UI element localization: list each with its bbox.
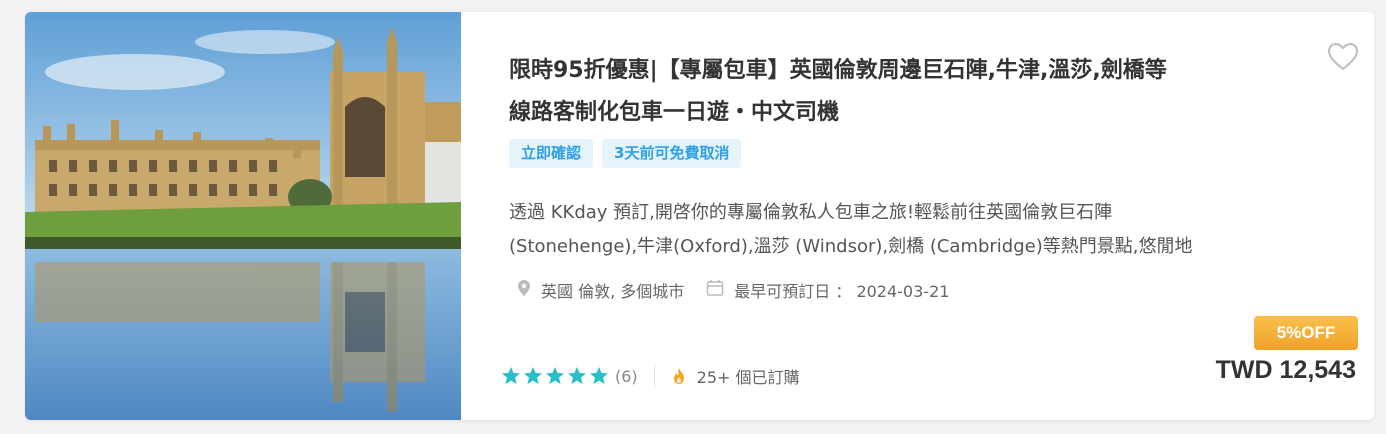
product-description: 透過 KKday 預訂,開啓你的專屬倫敦私人包車之旅!輕鬆前往英國倫敦巨石陣 (… — [509, 196, 1364, 264]
rating-row: (6) 25+ 個已訂購 — [501, 364, 800, 388]
price: TWD 12,543 — [1215, 356, 1356, 384]
calendar-icon — [706, 279, 724, 301]
flame-icon — [673, 368, 684, 384]
product-card[interactable]: 限時95折優惠|【專屬包車】英國倫敦周邊巨石陣,牛津,溫莎,劍橋等 線路客制化包… — [25, 12, 1374, 420]
rating-count: (6) — [615, 366, 638, 386]
product-meta: 英國 倫敦, 多個城市 最早可預訂日 ： 2024-03-21 — [517, 278, 949, 302]
product-content: 限時95折優惠|【專屬包車】英國倫敦周邊巨石陣,牛津,溫莎,劍橋等 線路客制化包… — [461, 12, 1374, 420]
product-photo[interactable] — [25, 12, 461, 420]
favorite-button[interactable] — [1327, 42, 1359, 72]
title-line-2[interactable]: 線路客制化包車一日遊・中文司機 — [509, 92, 1309, 134]
title-line-1[interactable]: 限時95折優惠|【專屬包車】英國倫敦周邊巨石陣,牛津,溫莎,劍橋等 — [509, 50, 1309, 92]
desc-line-1: 透過 KKday 預訂,開啓你的專屬倫敦私人包車之旅!輕鬆前往英國倫敦巨石陣 — [509, 202, 1113, 223]
kings-college-image — [25, 12, 461, 420]
star-icon — [568, 367, 586, 384]
desc-line-2: (Stonehenge),牛津(Oxford),溫莎 (Windsor),劍橋 … — [509, 236, 1193, 257]
discount-badge: 5%OFF — [1254, 316, 1358, 350]
divider — [653, 365, 655, 387]
tag-instant-confirm: 立即確認 — [509, 139, 594, 168]
product-title[interactable]: 限時95折優惠|【專屬包車】英國倫敦周邊巨石陣,牛津,溫莎,劍橋等 線路客制化包… — [509, 50, 1309, 134]
tag-free-cancel: 3天前可免費取消 — [602, 139, 742, 168]
booked-count: 25+ 個已訂購 — [696, 368, 800, 387]
earliest-date-text: 最早可預訂日 ： 2024-03-21 — [734, 282, 950, 301]
heart-outline-icon — [1327, 42, 1359, 71]
rating-stars — [501, 366, 609, 386]
location-text: 英國 倫敦, 多個城市 — [541, 282, 685, 301]
star-icon — [502, 367, 520, 384]
star-icon — [590, 367, 608, 384]
star-icon — [524, 367, 542, 384]
map-pin-icon — [517, 279, 531, 301]
star-icon — [546, 367, 564, 384]
tag-list: 立即確認 3天前可免費取消 — [509, 139, 742, 168]
